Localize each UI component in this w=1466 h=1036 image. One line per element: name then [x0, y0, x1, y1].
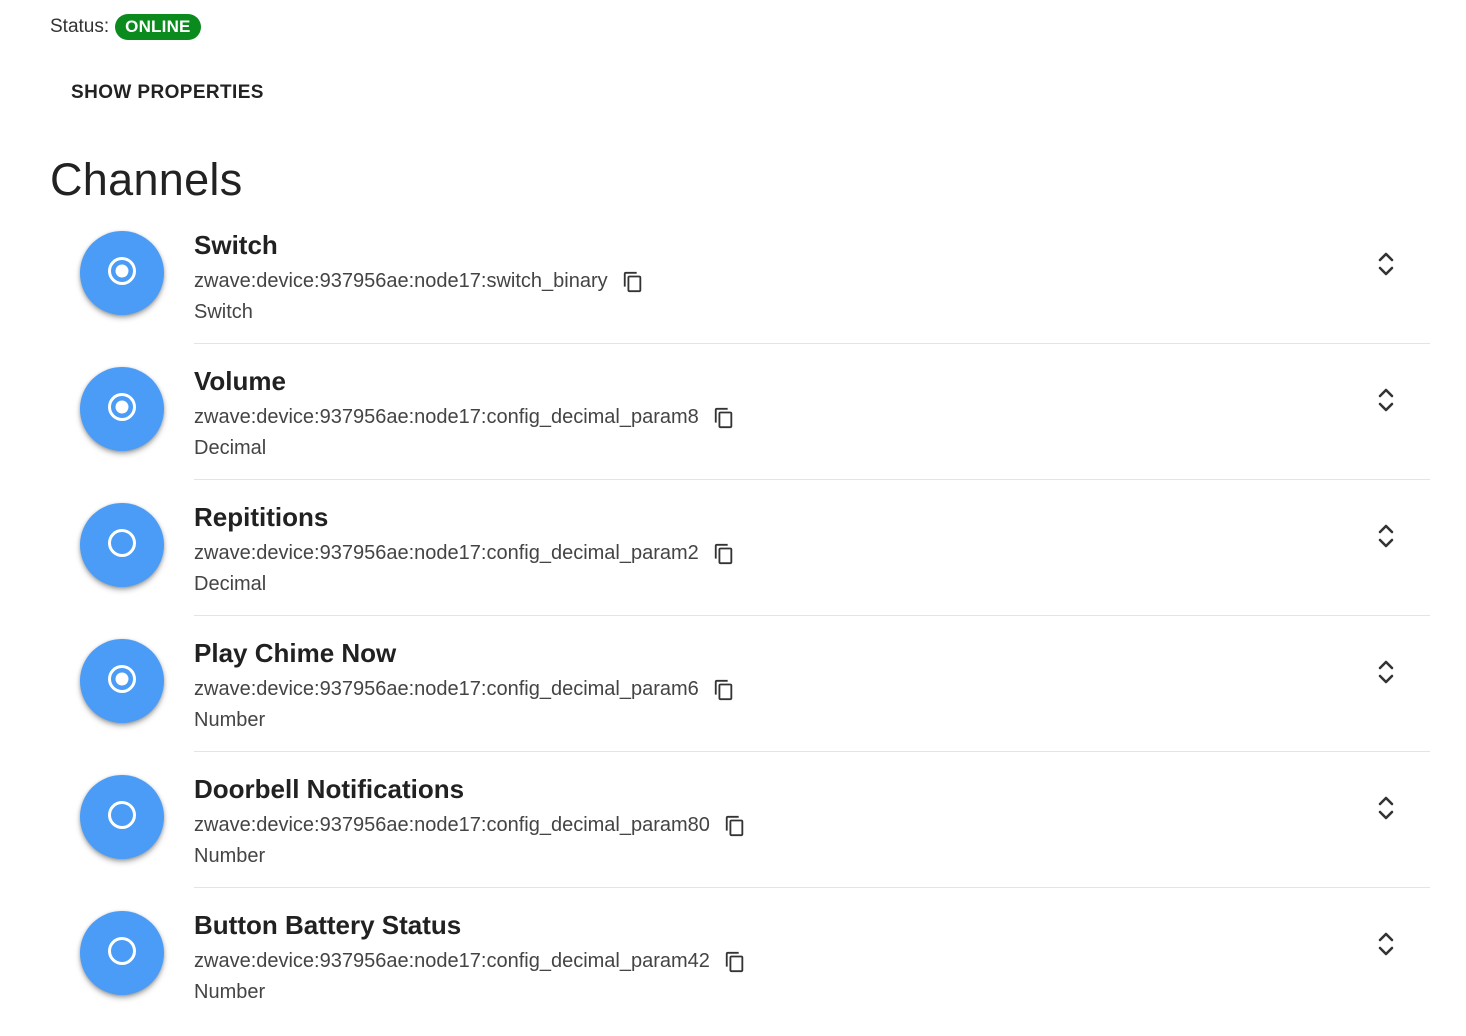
radio-unchecked-icon — [105, 934, 139, 973]
channel-uid: zwave:device:937956ae:node17:switch_bina… — [194, 270, 608, 292]
channel-uid: zwave:device:937956ae:node17:config_deci… — [194, 814, 710, 836]
channels-title: Channels — [50, 154, 243, 205]
divider — [194, 343, 1430, 344]
copy-icon[interactable] — [724, 815, 746, 837]
radio-checked-icon — [105, 662, 139, 701]
channel-link-toggle[interactable] — [80, 911, 164, 995]
channel-link-toggle[interactable] — [80, 775, 164, 859]
radio-unchecked-icon — [105, 526, 139, 565]
status-badge: ONLINE — [115, 14, 201, 40]
channel-name: Switch — [194, 230, 278, 260]
channel-link-toggle[interactable] — [80, 231, 164, 315]
divider — [194, 615, 1430, 616]
radio-unchecked-icon — [105, 798, 139, 837]
unfold-more-icon[interactable] — [1370, 382, 1402, 418]
channel-item[interactable]: Switch zwave:device:937956ae:node17:swit… — [0, 220, 1466, 356]
channel-link-toggle[interactable] — [80, 503, 164, 587]
divider — [194, 887, 1430, 888]
copy-icon[interactable] — [713, 407, 735, 429]
channel-uid-line: zwave:device:937956ae:node17:config_deci… — [194, 814, 746, 837]
channel-name: Play Chime Now — [194, 638, 397, 668]
channel-type: Decimal — [194, 437, 267, 459]
channel-type: Number — [194, 845, 266, 867]
copy-icon[interactable] — [724, 951, 746, 973]
channel-type: Switch — [194, 301, 253, 323]
channel-uid: zwave:device:937956ae:node17:config_deci… — [194, 950, 710, 972]
unfold-more-icon[interactable] — [1370, 790, 1402, 826]
channel-item[interactable]: Play Chime Now zwave:device:937956ae:nod… — [0, 628, 1466, 764]
unfold-more-icon[interactable] — [1370, 926, 1402, 962]
unfold-more-icon[interactable] — [1370, 246, 1402, 282]
channel-name: Button Battery Status — [194, 910, 462, 940]
channel-item[interactable]: Repititions zwave:device:937956ae:node17… — [0, 492, 1466, 628]
channel-name: Doorbell Notifications — [194, 774, 465, 804]
copy-icon[interactable] — [713, 543, 735, 565]
channel-uid-line: zwave:device:937956ae:node17:config_deci… — [194, 542, 735, 565]
channel-type: Number — [194, 981, 266, 1003]
channel-uid: zwave:device:937956ae:node17:config_deci… — [194, 406, 699, 428]
channel-uid: zwave:device:937956ae:node17:config_deci… — [194, 542, 699, 564]
channel-item[interactable]: Button Battery Status zwave:device:93795… — [0, 900, 1466, 1036]
channel-uid-line: zwave:device:937956ae:node17:switch_bina… — [194, 270, 644, 293]
radio-checked-icon — [105, 254, 139, 293]
copy-icon[interactable] — [713, 679, 735, 701]
channel-link-toggle[interactable] — [80, 367, 164, 451]
copy-icon[interactable] — [622, 271, 644, 293]
channel-item[interactable]: Doorbell Notifications zwave:device:9379… — [0, 764, 1466, 900]
status-label: Status: — [50, 16, 110, 37]
divider — [194, 479, 1430, 480]
radio-checked-icon — [105, 390, 139, 429]
unfold-more-icon[interactable] — [1370, 654, 1402, 690]
channel-type: Decimal — [194, 573, 267, 595]
channel-type: Number — [194, 709, 266, 731]
unfold-more-icon[interactable] — [1370, 518, 1402, 554]
divider — [194, 751, 1430, 752]
channel-link-toggle[interactable] — [80, 639, 164, 723]
channel-uid-line: zwave:device:937956ae:node17:config_deci… — [194, 950, 746, 973]
channel-uid-line: zwave:device:937956ae:node17:config_deci… — [194, 678, 735, 701]
channel-uid-line: zwave:device:937956ae:node17:config_deci… — [194, 406, 735, 429]
status-row: Status: ONLINE — [50, 14, 201, 40]
show-properties-button[interactable]: SHOW PROPERTIES — [57, 72, 278, 114]
channel-list: Switch zwave:device:937956ae:node17:swit… — [0, 220, 1466, 1036]
channel-uid: zwave:device:937956ae:node17:config_deci… — [194, 678, 699, 700]
channel-name: Repititions — [194, 502, 329, 532]
channel-item[interactable]: Volume zwave:device:937956ae:node17:conf… — [0, 356, 1466, 492]
channel-name: Volume — [194, 366, 286, 396]
